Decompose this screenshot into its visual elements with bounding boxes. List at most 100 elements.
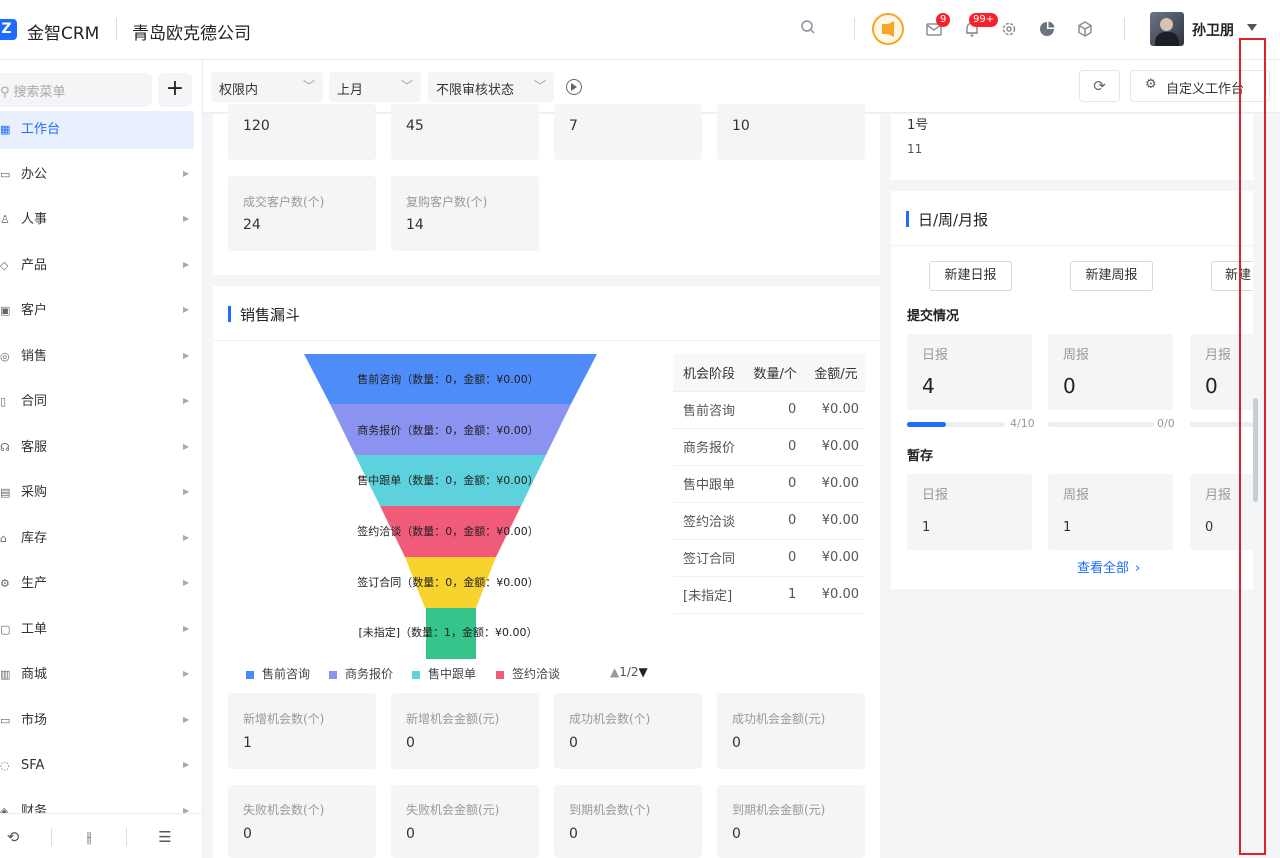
review-status-select[interactable]: 不限审核状态 ﹀ <box>428 72 554 102</box>
sidebar-item-inventory[interactable]: ⌂ 库存 ▶ <box>0 520 194 558</box>
announcement-icon[interactable] <box>872 13 904 45</box>
stat-card: 日报 4 <box>907 334 1032 410</box>
legend-item[interactable]: 商务报价 <box>329 665 393 682</box>
add-menu-button[interactable]: + <box>158 73 192 107</box>
table-cell: [未指定] <box>673 576 744 614</box>
chevron-right-icon: ▶ <box>183 214 190 223</box>
sidebar-item-finance[interactable]: ◈ 财务 ▶ <box>0 793 194 813</box>
refresh-icon[interactable]: ⟳ <box>1079 70 1120 102</box>
view-all-link[interactable]: 查看全部 › <box>1077 557 1140 576</box>
page-up-icon[interactable]: ▲ <box>610 665 619 679</box>
new-weekly-report-button[interactable]: 新建周报 <box>1070 261 1153 291</box>
sidebar-item-hr[interactable]: ♙ 人事 ▶ <box>0 201 194 239</box>
highlight-frame <box>1239 38 1266 855</box>
progress-fill <box>907 422 947 427</box>
play-icon[interactable] <box>566 79 582 95</box>
sidebar-item-sales[interactable]: ◎ 销售 ▶ <box>0 338 194 376</box>
dashboard-icon: ▦ <box>0 123 11 136</box>
legend-pager: ▲1/2▼ <box>610 665 648 679</box>
company-name[interactable]: 青岛欧克德公司 <box>132 19 251 44</box>
menu-search-input[interactable]: ⚲ 搜索菜单 <box>0 73 152 107</box>
sidebar-item-workorder[interactable]: ▢ 工单 ▶ <box>0 611 194 649</box>
sliders-icon[interactable]: ⫲ <box>74 823 104 851</box>
progress-text: 4/10 <box>1010 417 1035 430</box>
chevron-right-icon: ▶ <box>183 760 190 769</box>
sidebar-item-customer[interactable]: ▣ 客户 ▶ <box>0 292 194 330</box>
sidebar-item-office[interactable]: ▭ 办公 ▶ <box>0 156 194 194</box>
new-daily-report-button[interactable]: 新建日报 <box>929 261 1012 291</box>
cube-icon[interactable] <box>1075 20 1095 43</box>
period-select[interactable]: 上月 ﹀ <box>329 72 421 102</box>
kpi-card: 10 <box>717 104 865 160</box>
page-down-icon[interactable]: ▼ <box>639 665 648 679</box>
app-name: 金智CRM <box>27 24 100 44</box>
section-marker <box>228 306 231 322</box>
sidebar-item-service[interactable]: ☊ 客服 ▶ <box>0 429 194 467</box>
chevron-right-icon: ▶ <box>183 487 190 496</box>
legend-item[interactable]: 售前咨询 <box>246 665 310 682</box>
calendar-panel: 1号 11 <box>891 114 1253 180</box>
chevron-down-icon: ﹀ <box>302 79 315 93</box>
chevron-right-icon: ▶ <box>183 578 190 587</box>
sidebar-item-dashboard[interactable]: ▦ 工作台 <box>0 111 194 149</box>
history-icon[interactable]: ⟲ <box>0 823 28 851</box>
table-cell: 签约洽谈 <box>673 502 744 540</box>
top-bar: Z 金智CRM 青岛欧克德公司 9 99+ 孙卫朋 <box>0 0 1280 60</box>
sidebar-item-sfa[interactable]: ◌ SFA ▶ <box>0 747 194 785</box>
kpi-card: 成交客户数(个) 24 <box>228 176 376 251</box>
office-icon: ▭ <box>0 168 11 181</box>
contract-icon: ▯ <box>0 395 7 408</box>
legend-item[interactable]: 签约洽谈 <box>496 665 560 682</box>
legend-item[interactable]: 售中跟单 <box>412 665 476 682</box>
table-row: 签约洽谈 0 ¥0.00 <box>673 502 865 540</box>
legend-swatch <box>246 670 254 679</box>
funnel-label: 商务报价（数量：0，金额：¥0.00） <box>357 423 539 437</box>
search-icon[interactable] <box>798 19 818 40</box>
kpi-card: 45 <box>391 104 539 160</box>
sidebar-item-contract[interactable]: ▯ 合同 ▶ <box>0 383 194 421</box>
user-name[interactable]: 孙卫朋 <box>1192 20 1234 40</box>
table-cell: ¥0.00 <box>804 502 865 540</box>
section-title: 日/周/月报 <box>918 211 989 229</box>
weekly-progress-bar <box>1048 422 1154 427</box>
table-cell: 售前咨询 <box>673 391 744 429</box>
chevron-right-icon: ▶ <box>183 351 190 360</box>
service-icon: ☊ <box>0 441 10 454</box>
sidebar-item-production[interactable]: ⚙ 生产 ▶ <box>0 565 194 603</box>
stat-card: 周报 0 <box>1048 334 1173 410</box>
table-header: 数量/个 <box>743 354 805 392</box>
table-cell: 0 <box>743 539 805 577</box>
gear-icon[interactable] <box>999 20 1019 43</box>
finance-icon: ◈ <box>0 805 9 813</box>
kpi-card: 成功机会数(个) 0 <box>554 693 702 769</box>
sidebar-item-product[interactable]: ◇ 产品 ▶ <box>0 247 194 285</box>
customer-stats-panel: 120 45 7 10 成交客户数(个) 24 复购客户数(个) 14 <box>213 104 880 275</box>
table-row: 商务报价 0 ¥0.00 <box>673 428 865 466</box>
app-logo-icon: Z <box>0 19 17 40</box>
sidebar-item-purchase[interactable]: ▤ 采购 ▶ <box>0 474 194 512</box>
calendar-count: 11 <box>907 142 923 156</box>
divider <box>116 18 117 40</box>
scope-select[interactable]: 权限内 ﹀ <box>211 72 323 102</box>
gear-icon: ⚙ <box>1145 77 1157 92</box>
sidebar-item-mall[interactable]: ▥ 商城 ▶ <box>0 656 194 694</box>
pie-chart-icon[interactable] <box>1037 20 1057 43</box>
chevron-right-icon: › <box>1135 561 1141 576</box>
chevron-down-icon[interactable] <box>1247 24 1257 31</box>
legend-swatch <box>329 670 337 679</box>
table-row: 售前咨询 0 ¥0.00 <box>673 391 865 429</box>
kpi-card: 新增机会数(个) 1 <box>228 693 376 769</box>
table-cell: ¥0.00 <box>804 539 865 577</box>
chevron-right-icon: ▶ <box>183 715 190 724</box>
table-header: 金额/元 <box>804 354 865 392</box>
divider <box>51 828 52 846</box>
collapse-menu-icon[interactable]: ☰ <box>150 823 180 851</box>
legend-swatch <box>496 670 504 679</box>
sidebar-item-market[interactable]: ▭ 市场 ▶ <box>0 702 194 740</box>
table-row: [未指定] 1 ¥0.00 <box>673 576 865 614</box>
reports-panel: 日/周/月报 提交情况 日报 4 周报 0 月报 0 4/10 0/0 暂存 日… <box>891 191 1253 589</box>
chevron-right-icon: ▶ <box>183 669 190 678</box>
avatar[interactable] <box>1150 12 1184 46</box>
table-cell: 0 <box>743 428 805 466</box>
search-icon: ⚲ <box>0 85 10 100</box>
